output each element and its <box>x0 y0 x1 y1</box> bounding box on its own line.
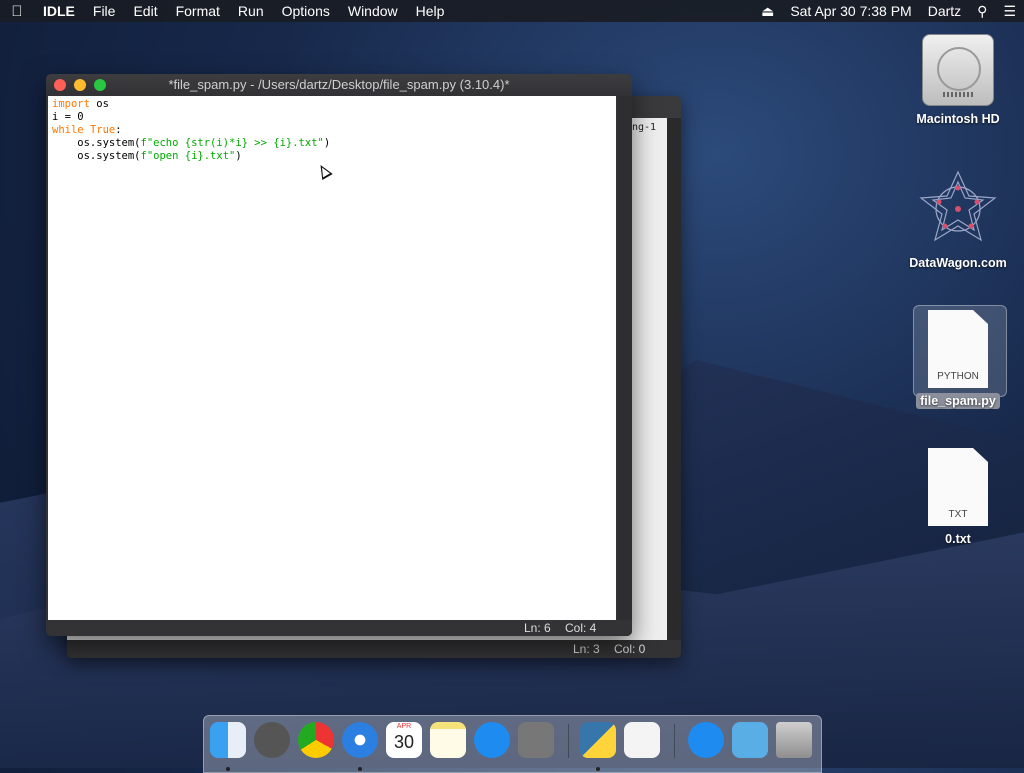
window-title-bar[interactable]: *file_spam.py - /Users/dartz/Desktop/fil… <box>46 74 632 96</box>
background-column-number: Col: 0 <box>614 642 646 656</box>
background-window-text-fragment: ng-1 <box>632 122 657 133</box>
hard-drive-icon <box>922 34 994 106</box>
editor-window[interactable]: *file_spam.py - /Users/dartz/Desktop/fil… <box>46 74 632 636</box>
finder-icon[interactable] <box>210 722 246 758</box>
trash-icon[interactable] <box>776 722 812 758</box>
desktop-label: DataWagon.com <box>909 256 1007 270</box>
menu-bar:  IDLE File Edit Format Run Options Wind… <box>0 0 1024 22</box>
apple-menu-icon[interactable]:  <box>0 3 34 20</box>
chrome-icon[interactable] <box>298 722 334 758</box>
menu-edit[interactable]: Edit <box>124 0 166 22</box>
notes-icon[interactable] <box>430 722 466 758</box>
desktop-label: 0.txt <box>945 532 971 546</box>
background-line-number: Ln: 3 <box>573 642 600 656</box>
datawagon-icon <box>917 168 999 250</box>
python-idle-icon[interactable] <box>580 722 616 758</box>
menu-help[interactable]: Help <box>407 0 454 22</box>
desktop-icon-0-txt[interactable]: TXT 0.txt <box>908 448 1008 546</box>
eject-icon[interactable]: ⏏ <box>753 0 782 22</box>
launchpad-icon[interactable] <box>254 722 290 758</box>
menu-options[interactable]: Options <box>273 0 339 22</box>
code-line-4: os.system(f"echo {str(i)*i} >> {i}.txt") <box>52 137 331 149</box>
editor-scrollbar[interactable] <box>618 96 632 620</box>
desktop-label: Macintosh HD <box>916 112 1000 126</box>
user-menu[interactable]: Dartz <box>920 0 969 22</box>
safari-icon[interactable] <box>342 722 378 758</box>
desktop-icon-macintosh-hd[interactable]: Macintosh HD <box>908 34 1008 126</box>
background-window-scrollbar[interactable] <box>667 118 681 640</box>
app-store-folder-icon[interactable] <box>688 722 724 758</box>
column-number: Col: 4 <box>565 621 597 635</box>
code-line-2: i = 0 <box>52 111 84 123</box>
desktop-icon-datawagon[interactable]: DataWagon.com <box>908 168 1008 270</box>
menu-window[interactable]: Window <box>339 0 407 22</box>
menu-app-idle[interactable]: IDLE <box>34 0 84 22</box>
text-edit-icon[interactable] <box>624 722 660 758</box>
calendar-icon[interactable]: APR 30 <box>386 722 422 758</box>
python-file-icon: PYTHON <box>928 310 988 388</box>
background-window-status-bar: Ln: 3 Col: 0 <box>67 640 681 658</box>
editor-status-bar: Ln: 6 Col: 4 <box>46 620 632 636</box>
line-number: Ln: 6 <box>524 621 551 635</box>
window-title: *file_spam.py - /Users/dartz/Desktop/fil… <box>168 77 510 92</box>
code-line-1: import os <box>52 98 109 110</box>
desktop-icon-file-spam-py[interactable]: PYTHON file_spam.py <box>908 310 1008 409</box>
code-editor[interactable]: import os i = 0 while True: os.system(f"… <box>48 96 616 620</box>
notification-center-icon[interactable]: ☰ <box>995 0 1024 22</box>
menu-format[interactable]: Format <box>167 0 229 22</box>
dock: APR 30 <box>203 715 822 773</box>
spotlight-search-icon[interactable]: ⚲ <box>969 0 995 22</box>
downloads-folder-icon[interactable] <box>732 722 768 758</box>
menu-run[interactable]: Run <box>229 0 273 22</box>
code-line-5: os.system(f"open {i}.txt") <box>52 150 242 162</box>
app-store-icon[interactable] <box>474 722 510 758</box>
text-file-icon: TXT <box>928 448 988 526</box>
desktop-label: file_spam.py <box>908 393 1008 409</box>
menu-file[interactable]: File <box>84 0 125 22</box>
dock-separator <box>568 724 569 758</box>
dock-separator <box>674 724 675 758</box>
code-line-3: while True: <box>52 124 122 136</box>
system-preferences-icon[interactable] <box>518 722 554 758</box>
clock[interactable]: Sat Apr 30 7:38 PM <box>782 0 919 22</box>
